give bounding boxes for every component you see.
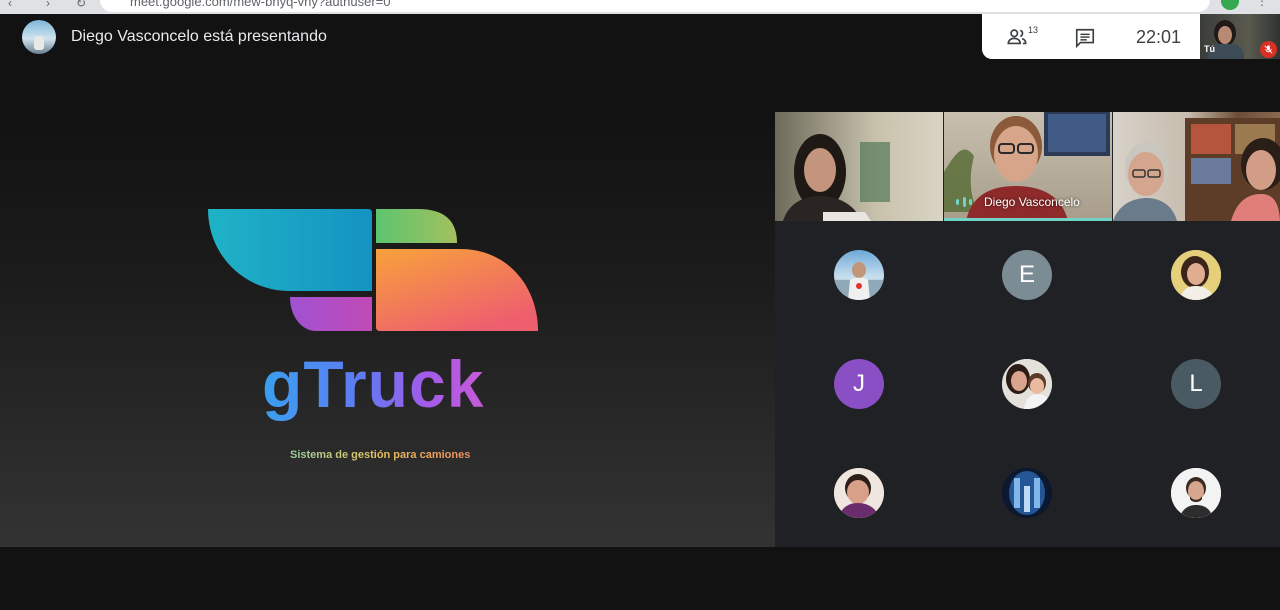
url-text[interactable]: meet.google.com/mew-bhyq-vny?authuser=0 xyxy=(130,0,391,9)
browser-toolbar: ‹ › ↻ meet.google.com/mew-bhyq-vny?authu… xyxy=(0,0,1280,14)
participant-avatar-photo[interactable] xyxy=(1171,468,1221,518)
participant-count: 13 xyxy=(1028,25,1039,35)
presenter-banner: Diego Vasconcelo está presentando xyxy=(22,20,327,54)
video-tile-speaking[interactable]: Diego Vasconcelo xyxy=(944,112,1112,221)
shared-screen: gTruck Sistema de gestión para camiones xyxy=(0,112,775,547)
mic-off-icon xyxy=(1260,41,1277,58)
participant-video-couple xyxy=(1113,118,1280,221)
participant-avatar-photo[interactable] xyxy=(1002,359,1052,409)
reload-icon[interactable]: ↻ xyxy=(76,0,86,10)
avatar-photo-mother-child xyxy=(1002,359,1052,409)
presenter-avatar xyxy=(22,20,56,54)
people-icon xyxy=(1007,29,1027,45)
profile-icon[interactable] xyxy=(1221,0,1239,10)
participant-avatar-initial[interactable]: J xyxy=(834,359,884,409)
presenter-label: Diego Vasconcelo está presentando xyxy=(71,28,327,45)
participant-avatar-photo[interactable] xyxy=(834,250,884,300)
forward-icon[interactable]: › xyxy=(46,0,50,10)
avatar-initial: L xyxy=(1189,370,1203,397)
avatar-photo-beach xyxy=(834,262,884,300)
menu-icon[interactable]: ⋮ xyxy=(1256,0,1268,8)
self-face xyxy=(1218,26,1232,44)
avatar-initial: E xyxy=(1018,261,1035,288)
chat-icon xyxy=(1075,28,1095,49)
presentation-tagline: Sistema de gestión para camiones xyxy=(290,449,471,461)
tile-label-speaker: Diego Vasconcelo xyxy=(984,195,1080,209)
participants-grid: Diego Vasconcelo E J L xyxy=(775,112,1280,547)
avatar-photo-woman xyxy=(1171,250,1221,300)
back-icon[interactable]: ‹ xyxy=(8,0,12,10)
participant-video-woman xyxy=(783,134,890,221)
participants-button[interactable]: 13 xyxy=(1006,25,1039,50)
participant-avatar-photo[interactable] xyxy=(834,468,884,518)
video-tile[interactable] xyxy=(775,112,943,221)
participant-avatar-initial[interactable]: E xyxy=(1002,250,1052,300)
speaking-indicator-icon xyxy=(956,197,972,207)
bottom-area xyxy=(0,547,1280,610)
meeting-clock: 22:01 xyxy=(1136,27,1182,47)
gtruck-logo-icon xyxy=(208,209,538,331)
self-label: Tú xyxy=(1204,44,1215,54)
self-view-tile[interactable]: Tú xyxy=(1200,14,1280,59)
avatar-photo-man-smiling xyxy=(834,468,884,518)
presentation-brand: gTruck xyxy=(262,347,485,421)
active-speaker-bar xyxy=(944,218,1112,221)
meeting-info-panel: 13 22:01 xyxy=(982,14,1200,59)
chat-button[interactable] xyxy=(1074,27,1096,49)
participant-avatar-initial[interactable]: L xyxy=(1171,359,1221,409)
video-tile[interactable] xyxy=(1113,112,1280,221)
meet-window: ‹ › ↻ meet.google.com/mew-bhyq-vny?authu… xyxy=(0,0,1280,610)
participant-avatar-photo[interactable] xyxy=(1171,250,1221,300)
avatar-photo-blue-figures xyxy=(1002,468,1052,518)
participant-avatar-photo[interactable] xyxy=(1002,468,1052,518)
avatar-photo-man-beard xyxy=(1171,468,1221,518)
avatar-initial: J xyxy=(853,370,865,397)
